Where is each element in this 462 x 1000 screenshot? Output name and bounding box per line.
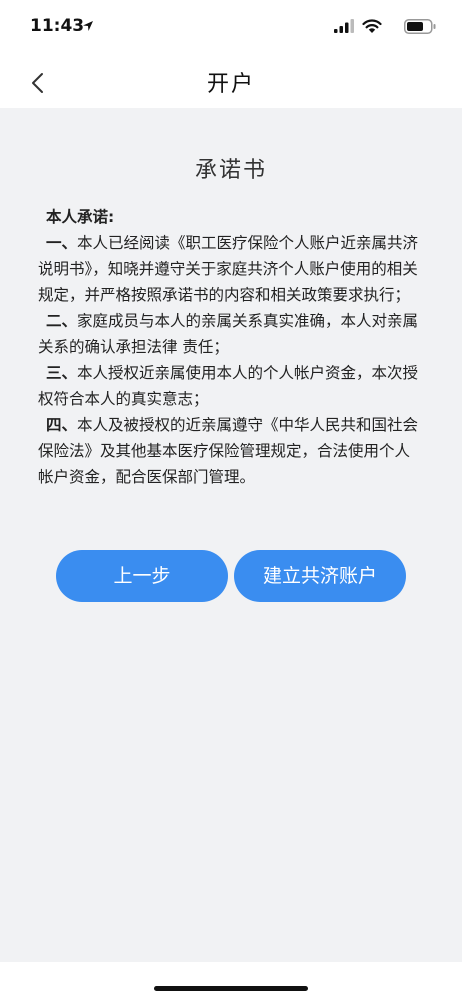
document-body: 本人承诺: 一、本人已经阅读《职工医疗保险个人账户近亲属共济说明书》，知晓并遵守… bbox=[38, 204, 424, 490]
clause-number: 四、 bbox=[46, 416, 78, 434]
battery-icon bbox=[404, 19, 436, 34]
document-title: 承诺书 bbox=[194, 158, 267, 183]
status-bar: 11:43 bbox=[0, 0, 462, 58]
nav-bar: 开户 bbox=[0, 58, 462, 108]
status-time: 11:43 bbox=[30, 16, 85, 36]
location-arrow-icon bbox=[83, 21, 93, 31]
clause-text: 本人授权近亲属使用本人的个人帐户资金，本次授权符合本人的真实意志； bbox=[38, 364, 419, 408]
clause-4: 四、本人及被授权的近亲属遵守《中华人民共和国社会保险法》及其他基本医疗保险管理规… bbox=[38, 412, 424, 490]
cellular-signal-icon bbox=[334, 19, 354, 33]
clause-text: 本人已经阅读《职工医疗保险个人账户近亲属共济说明书》，知晓并遵守关于家庭共济个人… bbox=[38, 234, 419, 304]
main-content: 承诺书 本人承诺: 一、本人已经阅读《职工医疗保险个人账户近亲属共济说明书》，知… bbox=[0, 108, 462, 962]
previous-step-button[interactable]: 上一步 bbox=[56, 550, 228, 602]
clause-2: 二、家庭成员与本人的亲属关系真实准确，本人对亲属关系的确认承担法律 责任； bbox=[38, 308, 424, 360]
page-title: 开户 bbox=[206, 72, 255, 97]
clause-text: 本人及被授权的近亲属遵守《中华人民共和国社会保险法》及其他基本医疗保险管理规定，… bbox=[38, 416, 419, 486]
document-heading: 本人承诺: bbox=[46, 208, 115, 226]
clause-number: 二、 bbox=[46, 312, 78, 330]
create-shared-account-button[interactable]: 建立共济账户 bbox=[234, 550, 406, 602]
clause-number: 一、 bbox=[46, 234, 78, 252]
clause-1: 一、本人已经阅读《职工医疗保险个人账户近亲属共济说明书》，知晓并遵守关于家庭共济… bbox=[38, 230, 424, 308]
home-indicator-area bbox=[0, 962, 462, 1000]
wifi-icon bbox=[362, 19, 382, 33]
clause-number: 三、 bbox=[46, 364, 78, 382]
clause-text: 家庭成员与本人的亲属关系真实准确，本人对亲属关系的确认承担法律 责任； bbox=[38, 312, 419, 356]
home-indicator[interactable] bbox=[154, 986, 308, 991]
clause-3: 三、本人授权近亲属使用本人的个人帐户资金，本次授权符合本人的真实意志； bbox=[38, 360, 424, 412]
